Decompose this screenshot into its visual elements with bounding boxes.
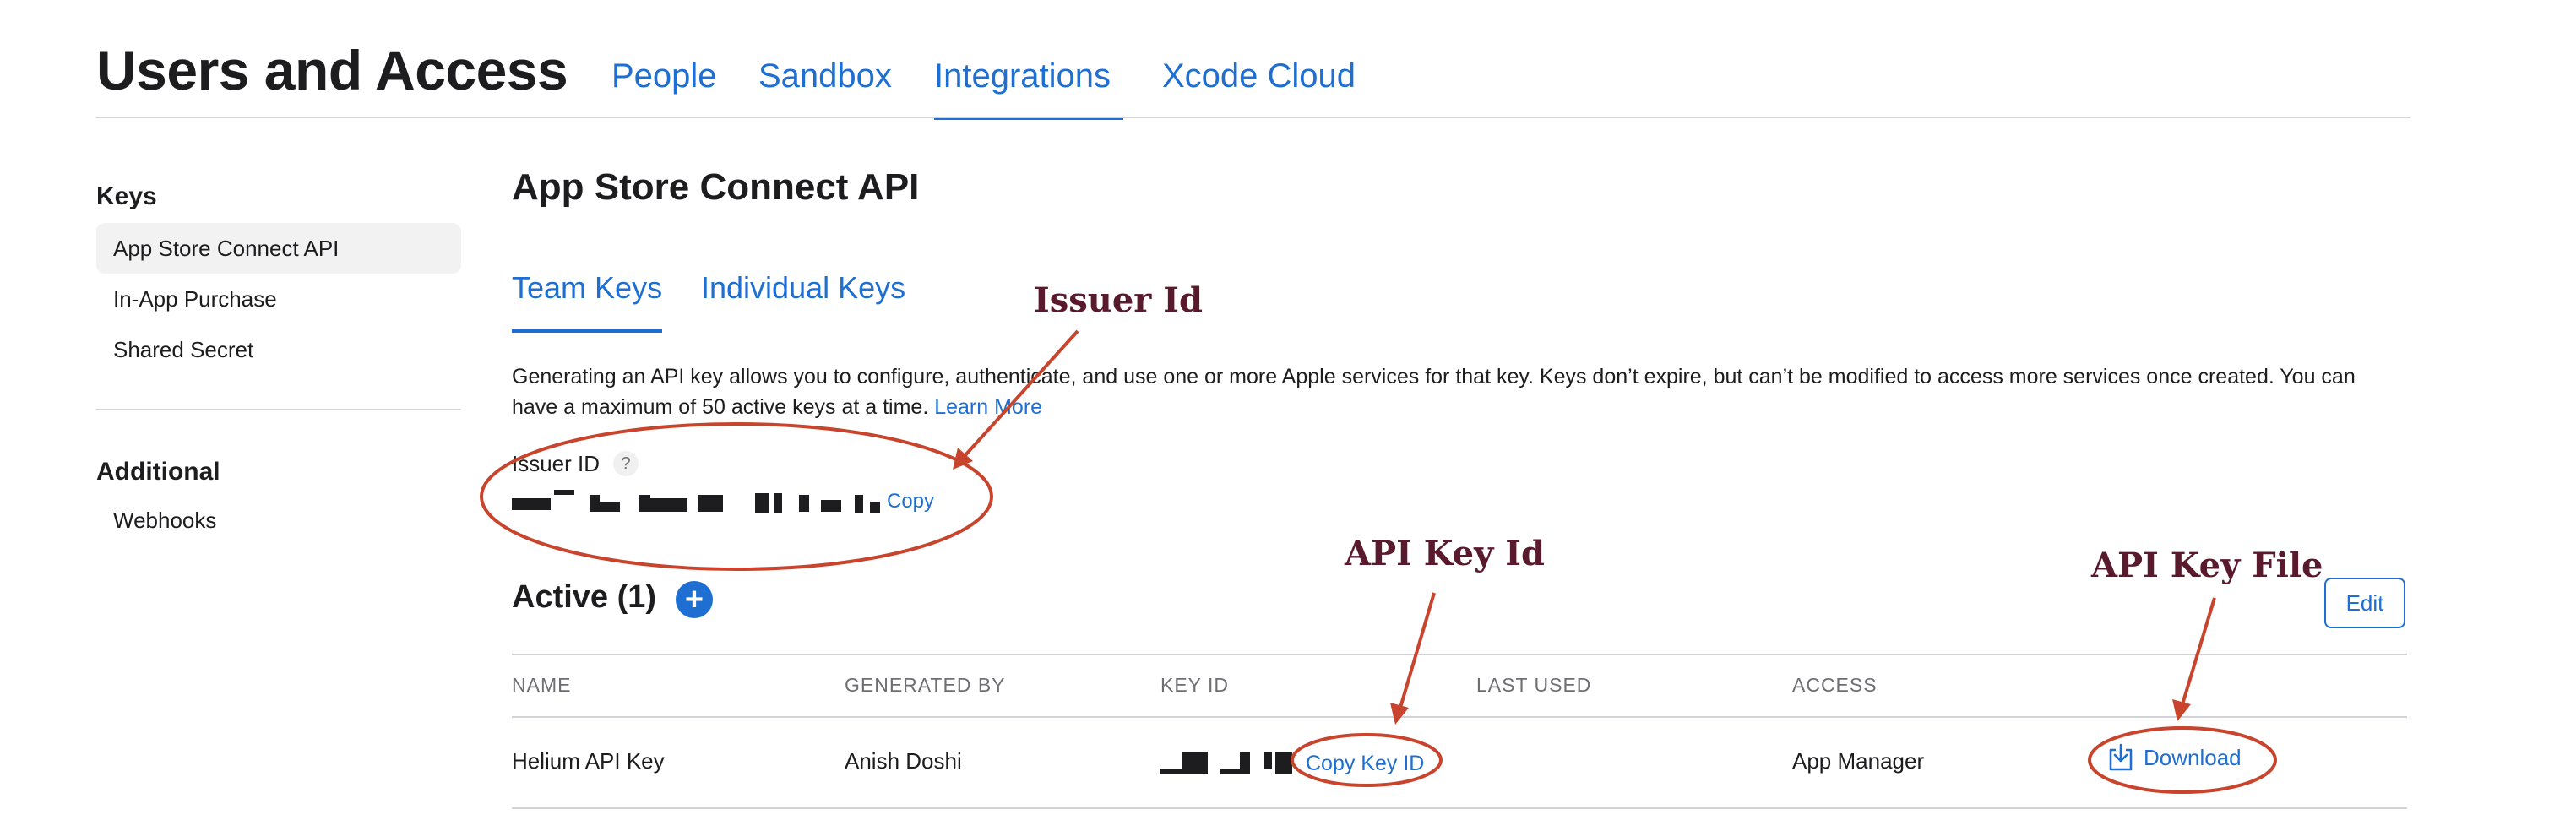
section-title: App Store Connect API: [512, 166, 920, 208]
sidebar-divider: [96, 409, 461, 410]
annotation-key-file-arrowhead: [2172, 699, 2191, 721]
table-header-divider: [512, 716, 2407, 718]
tab-xcode-cloud[interactable]: Xcode Cloud: [1162, 52, 1356, 100]
add-key-button[interactable]: +: [676, 581, 713, 618]
download-label: Download: [2144, 744, 2242, 770]
learn-more-link[interactable]: Learn More: [934, 395, 1042, 419]
tab-team-keys[interactable]: Team Keys: [512, 267, 662, 309]
column-header-generated-by: GENERATED BY: [845, 674, 1006, 696]
tab-integrations[interactable]: Integrations: [934, 52, 1111, 100]
tab-individual-keys[interactable]: Individual Keys: [701, 267, 905, 309]
key-access: App Manager: [1792, 748, 1925, 774]
key-name: Helium API Key: [512, 748, 665, 774]
annotation-key-id-arrowhead: [1390, 703, 1409, 725]
sidebar-heading-keys: Keys: [96, 182, 157, 210]
annotation-key-id-arrow-line: [1399, 592, 1436, 709]
sidebar-item-app-store-connect-api[interactable]: App Store Connect API: [96, 223, 461, 274]
description-text: Generating an API key allows you to conf…: [512, 365, 2356, 419]
annotation-api-key-id-label: API Key Id: [1345, 534, 1545, 573]
key-generated-by: Anish Doshi: [845, 748, 962, 774]
api-description: Generating an API key allows you to conf…: [512, 361, 2404, 422]
issuer-id-label: Issuer ID: [512, 451, 601, 476]
annotation-issuer-id-label: Issuer Id: [1034, 280, 1203, 320]
edit-button[interactable]: Edit: [2324, 578, 2405, 628]
copy-issuer-id-link[interactable]: Copy: [887, 490, 934, 513]
active-keys-heading: Active (1): [512, 579, 657, 615]
sidebar-item-webhooks[interactable]: Webhooks: [96, 495, 461, 546]
sidebar-heading-additional: Additional: [96, 458, 220, 486]
download-icon: [2109, 743, 2133, 771]
copy-key-id-link[interactable]: Copy Key ID: [1306, 752, 1424, 776]
page-title: Users and Access: [96, 39, 568, 101]
header-divider: [96, 117, 2410, 118]
column-header-access: ACCESS: [1792, 674, 1878, 696]
column-header-last-used: LAST USED: [1476, 674, 1592, 696]
sidebar-item-shared-secret[interactable]: Shared Secret: [96, 324, 461, 375]
column-header-key-id: KEY ID: [1160, 674, 1229, 696]
annotation-issuer-arrowhead: [953, 448, 973, 470]
annotation-key-file-arrow-line: [2181, 597, 2216, 705]
table-top-divider: [512, 654, 2407, 655]
annotation-api-key-file-label: API Key File: [2091, 546, 2323, 585]
tab-team-keys-underline: [512, 329, 662, 333]
tab-people[interactable]: People: [611, 52, 717, 100]
download-key-link[interactable]: Download: [2108, 743, 2242, 772]
users-and-access-page: Users and Access People Sandbox Integrat…: [0, 0, 2576, 831]
column-header-name: NAME: [512, 674, 572, 696]
tab-sandbox[interactable]: Sandbox: [758, 52, 892, 100]
sidebar-item-in-app-purchase[interactable]: In-App Purchase: [96, 274, 461, 324]
table-bottom-divider: [512, 807, 2407, 809]
help-icon[interactable]: ?: [613, 451, 639, 476]
